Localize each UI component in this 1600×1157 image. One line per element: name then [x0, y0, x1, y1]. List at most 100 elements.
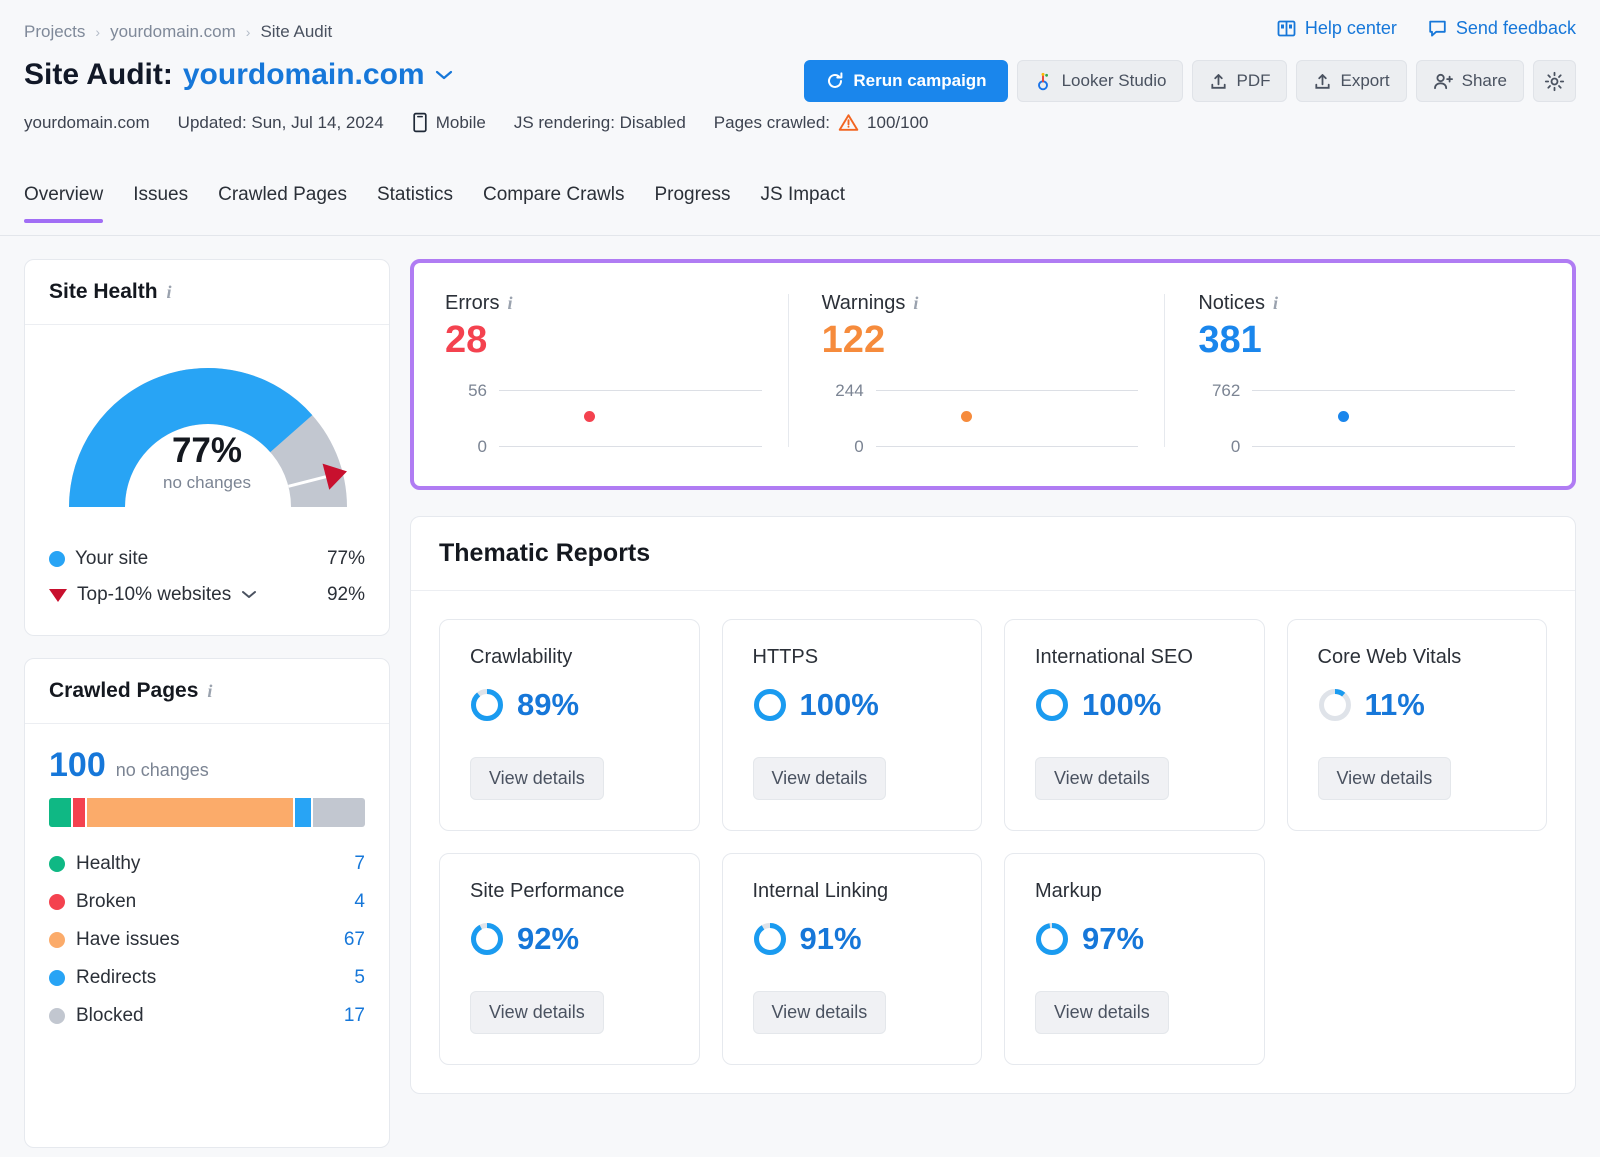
- breadcrumb-separator-icon: ›: [246, 24, 251, 40]
- thematic-card-internal-linking[interactable]: Internal Linking 91% View details: [722, 853, 983, 1065]
- issue-label-row: Notices i: [1198, 292, 1515, 315]
- share-button[interactable]: Share: [1416, 60, 1524, 102]
- sparkline-data-point[interactable]: [961, 411, 972, 422]
- send-feedback-link[interactable]: Send feedback: [1427, 18, 1576, 39]
- looker-studio-button[interactable]: Looker Studio: [1017, 60, 1184, 102]
- view-details-button[interactable]: View details: [470, 991, 604, 1034]
- page-title-static: Site Audit:: [24, 58, 173, 92]
- sparkline-top-axis: 244: [822, 381, 1139, 401]
- legend-label: Blocked: [76, 1005, 144, 1027]
- view-details-button[interactable]: View details: [753, 991, 887, 1034]
- chevron-down-icon[interactable]: [241, 590, 257, 600]
- export-label: Export: [1340, 71, 1389, 91]
- view-details-button[interactable]: View details: [470, 757, 604, 800]
- view-details-button[interactable]: View details: [1318, 757, 1452, 800]
- issue-value[interactable]: 28: [445, 319, 762, 363]
- pdf-button[interactable]: PDF: [1192, 60, 1287, 102]
- sparkline-data-point[interactable]: [584, 411, 595, 422]
- legend-count[interactable]: 5: [331, 967, 365, 989]
- legend-count[interactable]: 7: [331, 853, 365, 875]
- crawled-pages-legend-item[interactable]: Redirects5: [49, 959, 365, 997]
- sparkline-gridline: [876, 390, 1139, 391]
- legend-label: Healthy: [76, 853, 140, 875]
- issue-value[interactable]: 122: [822, 319, 1139, 363]
- legend-count[interactable]: 67: [331, 929, 365, 951]
- crawled-pages-total: 100 no changes: [49, 748, 365, 782]
- thematic-card-international-seo[interactable]: International SEO 100% View details: [1004, 619, 1265, 831]
- thematic-reports-title: Thematic Reports: [439, 539, 650, 567]
- donut-progress-icon: [753, 688, 787, 722]
- help-center-link[interactable]: Help center: [1276, 18, 1397, 39]
- issue-column-warnings: Warnings i 122 244 0: [788, 292, 1165, 449]
- tab-progress[interactable]: Progress: [654, 184, 730, 220]
- info-icon[interactable]: i: [167, 282, 172, 303]
- stacked-bar-segment: [49, 798, 71, 827]
- tab-compare-crawls[interactable]: Compare Crawls: [483, 184, 624, 220]
- meta-pages-crawled-value: 100/100: [867, 113, 928, 133]
- header-toolbar: Rerun campaign Looker Studio: [804, 60, 1576, 102]
- tab-crawled-pages[interactable]: Crawled Pages: [218, 184, 347, 220]
- tab-js-impact[interactable]: JS Impact: [761, 184, 845, 220]
- breadcrumb-item-projects[interactable]: Projects: [24, 22, 85, 42]
- thematic-card-core-web-vitals[interactable]: Core Web Vitals 11% View details: [1287, 619, 1548, 831]
- legend-item-top10[interactable]: Top-10% websites 92%: [49, 577, 365, 613]
- issue-column-notices: Notices i 381 762 0: [1164, 292, 1541, 449]
- thematic-card-https[interactable]: HTTPS 100% View details: [722, 619, 983, 831]
- issue-value[interactable]: 381: [1198, 319, 1515, 363]
- view-details-button[interactable]: View details: [1035, 991, 1169, 1034]
- top10-value: 92%: [327, 584, 365, 606]
- tab-overview[interactable]: Overview: [24, 184, 103, 220]
- info-icon[interactable]: i: [1273, 293, 1278, 314]
- crawled-pages-legend-item[interactable]: Blocked 17: [49, 997, 365, 1035]
- crawled-pages-legend-item[interactable]: Broken 4: [49, 883, 365, 921]
- info-icon[interactable]: i: [207, 681, 212, 702]
- tab-statistics[interactable]: Statistics: [377, 184, 453, 220]
- thematic-card-crawlability[interactable]: Crawlability 89% View details: [439, 619, 700, 831]
- legend-count[interactable]: 4: [331, 891, 365, 913]
- tab-issues[interactable]: Issues: [133, 184, 188, 220]
- breadcrumb-item-site-audit[interactable]: Site Audit: [260, 22, 332, 42]
- settings-button[interactable]: [1533, 60, 1576, 102]
- view-details-button[interactable]: View details: [753, 757, 887, 800]
- meta-device-label: Mobile: [436, 113, 486, 133]
- breadcrumb-separator-icon: ›: [95, 24, 100, 40]
- upload-icon: [1209, 72, 1228, 91]
- sparkline-gridline: [1252, 390, 1515, 391]
- crawled-pages-legend-item[interactable]: Healthy 7: [49, 845, 365, 883]
- crawled-pages-legend: Healthy7Broken4Have issues67Redirects5Bl…: [49, 845, 365, 1035]
- crawled-pages-title: Crawled Pages: [49, 679, 198, 703]
- thematic-card-markup[interactable]: Markup 97% View details: [1004, 853, 1265, 1065]
- issue-column-errors: Errors i 28 56 0: [445, 292, 788, 449]
- site-health-legend: Your site 77% Top-10% websites 92%: [25, 537, 389, 635]
- sparkline-gridline: [499, 390, 762, 391]
- sparkline-bottom-axis: 0: [445, 437, 762, 457]
- sparkline-min-tick: 0: [1198, 437, 1240, 457]
- sparkline-gridline: [1252, 446, 1515, 447]
- issue-sparkline: 244 0: [822, 381, 1139, 449]
- site-health-gauge: 77% no changes: [25, 325, 389, 537]
- crawled-pages-header: Crawled Pages i: [25, 659, 389, 724]
- site-health-header: Site Health i: [25, 260, 389, 325]
- info-icon[interactable]: i: [507, 293, 512, 314]
- chevron-down-icon[interactable]: [435, 70, 453, 81]
- sparkline-plot: [822, 401, 1139, 437]
- info-icon[interactable]: i: [913, 293, 918, 314]
- site-health-title: Site Health: [49, 280, 158, 304]
- crawled-pages-legend-item[interactable]: Have issues67: [49, 921, 365, 959]
- sparkline-bottom-axis: 0: [1198, 437, 1515, 457]
- export-button[interactable]: Export: [1296, 60, 1406, 102]
- view-details-button[interactable]: View details: [1035, 757, 1169, 800]
- donut-progress-icon: [470, 922, 504, 956]
- rerun-campaign-button[interactable]: Rerun campaign: [804, 60, 1007, 102]
- stacked-bar-segment: [313, 798, 365, 827]
- triangle-down-icon: [49, 589, 67, 602]
- thematic-card-metric: 100%: [1035, 687, 1234, 723]
- crawled-pages-card: Crawled Pages i 100 no changes Healthy 7 B…: [24, 658, 390, 1148]
- legend-count[interactable]: 17: [331, 1005, 365, 1027]
- breadcrumb-item-domain[interactable]: yourdomain.com: [110, 22, 236, 42]
- thematic-card-site-performance[interactable]: Site Performance 92% View details: [439, 853, 700, 1065]
- thematic-card-percent: 89%: [517, 687, 579, 723]
- page-title-domain[interactable]: yourdomain.com: [183, 58, 425, 92]
- legend-label: Broken: [76, 891, 136, 913]
- sparkline-data-point[interactable]: [1338, 411, 1349, 422]
